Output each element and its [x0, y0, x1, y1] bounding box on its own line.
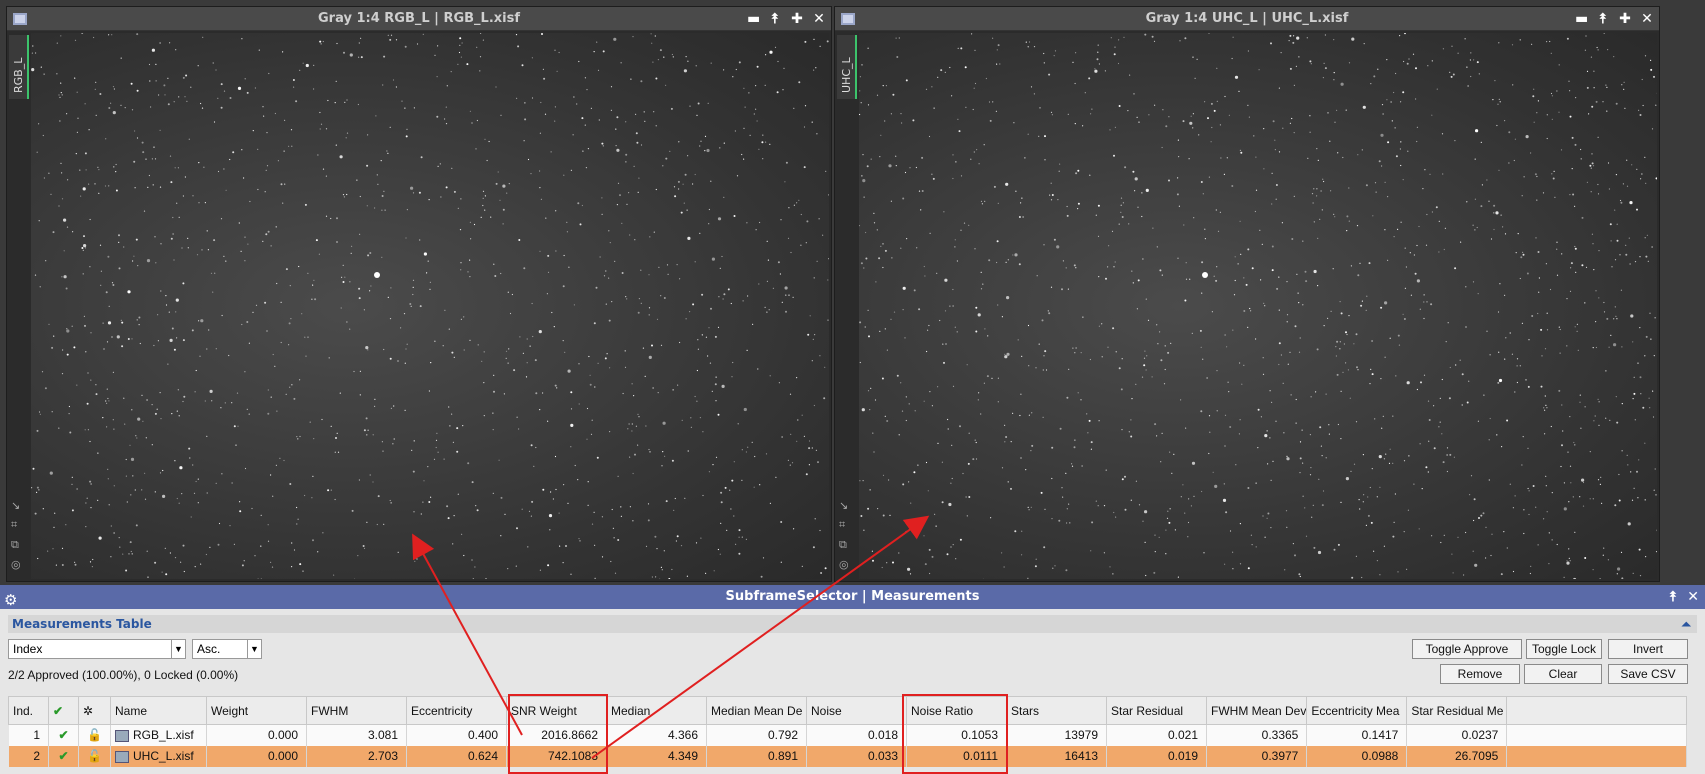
column-header[interactable]: Star Residual	[1106, 696, 1207, 725]
column-header[interactable]: Eccentricity Mea	[1306, 696, 1408, 725]
measurements-panel: ⚙ SubframeSelector | Measurements ⯭ ✕ Me…	[0, 585, 1705, 774]
status-text: 2/2 Approved (100.00%), 0 Locked (0.00%)	[8, 668, 239, 682]
toggle-approve-button[interactable]: Toggle Approve	[1412, 639, 1522, 659]
remove-button[interactable]: Remove	[1440, 664, 1520, 684]
image-window-rgb[interactable]: Gray 1:4 RGB_L | RGB_L.xisf ▬ ⯭ ✚ ✕ RGB_…	[6, 6, 832, 582]
image-file-icon	[115, 750, 129, 763]
column-header[interactable]: FWHM	[306, 696, 407, 725]
column-header[interactable]: Ind.	[8, 696, 49, 725]
collapse-icon[interactable]: ⏶	[1681, 615, 1691, 633]
chevron-down-icon: ▼	[171, 640, 185, 658]
shade-icon[interactable]: ⯭	[1669, 585, 1677, 609]
column-header[interactable]: Noise	[806, 696, 907, 725]
unlock-icon[interactable]: 🔓	[87, 749, 102, 763]
maximize-icon[interactable]: ✚	[1619, 7, 1631, 31]
minimize-icon[interactable]: ▬	[1575, 7, 1588, 31]
column-header[interactable]: Noise Ratio	[906, 696, 1007, 725]
column-header[interactable]: Weight	[206, 696, 307, 725]
column-header[interactable]: Eccentricity	[406, 696, 507, 725]
view-side-tab[interactable]: RGB_L	[9, 35, 29, 99]
save-csv-button[interactable]: Save CSV	[1608, 664, 1688, 684]
unlock-icon[interactable]: 🔓	[87, 728, 102, 742]
toggle-lock-button[interactable]: Toggle Lock	[1526, 639, 1602, 659]
star-icon: ✲	[83, 703, 94, 718]
close-icon[interactable]: ✕	[813, 7, 825, 31]
column-header-approved[interactable]: ✔	[48, 696, 79, 725]
image-window-uhc[interactable]: Gray 1:4 UHC_L | UHC_L.xisf ▬ ⯭ ✚ ✕ UHC_…	[834, 6, 1660, 582]
table-row-selected[interactable]: 2 ✔ 🔓 UHC_L.xisf 0.000 2.703 0.624 742.1…	[8, 745, 1688, 767]
shade-icon[interactable]: ⯭	[769, 7, 781, 31]
sort-order-select[interactable]: Asc. ▼	[192, 639, 262, 659]
window-title: Gray 1:4 RGB_L | RGB_L.xisf	[318, 11, 520, 26]
sort-field-select[interactable]: Index ▼	[8, 639, 186, 659]
gear-icon[interactable]: ⚙	[4, 588, 17, 612]
target-tool-icon[interactable]: ◎	[11, 558, 21, 571]
approved-check-icon[interactable]: ✔	[58, 728, 68, 742]
measurements-table: Ind. ✔ ✲ Name Weight FWHM Eccentricity S…	[8, 696, 1688, 767]
column-header[interactable]: Median	[606, 696, 707, 725]
clear-button[interactable]: Clear	[1524, 664, 1602, 684]
view-side-tab[interactable]: UHC_L	[837, 35, 857, 99]
table-row[interactable]: 1 ✔ 🔓 RGB_L.xisf 0.000 3.081 0.400 2016.…	[8, 724, 1688, 746]
panel-title: SubframeSelector | Measurements	[725, 589, 980, 604]
minimize-icon[interactable]: ▬	[747, 7, 760, 31]
arrow-tool-icon[interactable]: ↘	[11, 499, 21, 512]
fit-tool-icon[interactable]: ⌗	[839, 518, 849, 532]
invert-button[interactable]: Invert	[1608, 639, 1688, 659]
column-header[interactable]: Median Mean De	[706, 696, 807, 725]
window-menu-icon[interactable]	[841, 13, 855, 25]
column-header[interactable]: FWHM Mean Dev	[1205, 696, 1308, 725]
clone-tool-icon[interactable]: ⧉	[11, 538, 21, 552]
image-file-icon	[115, 730, 129, 743]
close-icon[interactable]: ✕	[1687, 585, 1699, 609]
close-icon[interactable]: ✕	[1641, 7, 1653, 31]
approved-icon: ✔	[53, 703, 64, 718]
window-menu-icon[interactable]	[13, 13, 27, 25]
column-header-locked[interactable]: ✲	[78, 696, 111, 725]
chevron-down-icon: ▼	[247, 640, 261, 658]
target-tool-icon[interactable]: ◎	[839, 558, 849, 571]
window-title: Gray 1:4 UHC_L | UHC_L.xisf	[1145, 11, 1349, 26]
fit-tool-icon[interactable]: ⌗	[11, 518, 21, 532]
column-header[interactable]: Stars	[1006, 696, 1107, 725]
approved-check-icon[interactable]: ✔	[58, 749, 68, 763]
column-header-filler	[1506, 696, 1688, 725]
shade-icon[interactable]: ⯭	[1597, 7, 1609, 31]
section-header[interactable]: Measurements Table ⏶	[8, 615, 1697, 633]
column-header[interactable]: Star Residual Me	[1406, 696, 1508, 725]
star-field-image[interactable]	[859, 33, 1657, 579]
arrow-tool-icon[interactable]: ↘	[839, 499, 849, 512]
maximize-icon[interactable]: ✚	[791, 7, 803, 31]
column-header[interactable]: Name	[110, 696, 207, 725]
star-field-image[interactable]	[31, 33, 829, 579]
window-titlebar[interactable]: Gray 1:4 RGB_L | RGB_L.xisf ▬ ⯭ ✚ ✕	[7, 7, 831, 31]
panel-titlebar: ⚙ SubframeSelector | Measurements ⯭ ✕	[0, 585, 1705, 609]
clone-tool-icon[interactable]: ⧉	[839, 538, 849, 552]
column-header[interactable]: SNR Weight	[506, 696, 607, 725]
window-titlebar[interactable]: Gray 1:4 UHC_L | UHC_L.xisf ▬ ⯭ ✚ ✕	[835, 7, 1659, 31]
